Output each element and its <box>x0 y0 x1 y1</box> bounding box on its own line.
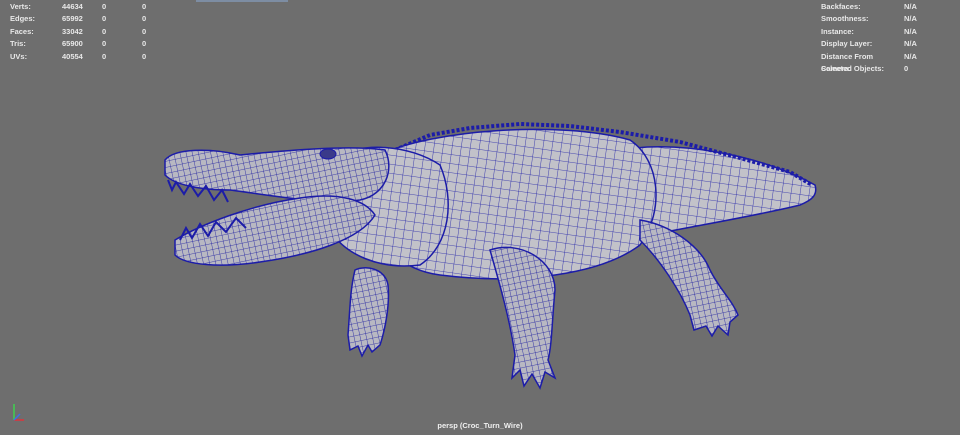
hud-label: Distance From Camera: <box>821 51 874 73</box>
hud-row-edges: Edges: 65992 0 0 <box>10 13 172 25</box>
hud-row-instance: Instance: N/A <box>821 26 944 38</box>
croc-back-leg <box>639 219 739 338</box>
hud-value: 33042 <box>62 26 83 36</box>
hud-label: Verts: <box>10 2 31 11</box>
hud-value: 40554 <box>62 51 83 61</box>
hud-row-uvs: UVs: 40554 0 0 <box>10 51 172 63</box>
hud-label: Backfaces: <box>821 2 861 11</box>
hud-value: N/A <box>904 2 917 11</box>
hud-row-backfaces: Backfaces: N/A <box>821 1 944 13</box>
croc-front-leg-left <box>347 267 390 358</box>
hud-value: 65992 <box>62 14 83 24</box>
hud-label: Smoothness: <box>821 14 869 24</box>
hud-value: N/A <box>904 39 917 49</box>
croc-upper-jaw <box>164 147 390 203</box>
hud-row-distance-from-camera: Distance From Camera: N/A <box>821 51 944 73</box>
hud-value: 0 <box>142 26 147 36</box>
hud-value: N/A <box>904 51 917 61</box>
hud-label: Selected Objects: <box>821 63 884 73</box>
camera-name-label: persp (Croc_Turn_Wire) <box>437 421 523 430</box>
hud-row-selected-objects: Selected Objects: 0 <box>821 63 944 75</box>
hud-value: 0 <box>102 51 107 61</box>
croc-front-leg-right <box>489 246 557 390</box>
hud-value: N/A <box>904 14 917 24</box>
hud-value: 0 <box>102 26 107 36</box>
hud-row-smoothness: Smoothness: N/A <box>821 13 944 25</box>
hud-value: 0 <box>142 14 147 24</box>
hud-label: Instance: <box>821 26 854 36</box>
hud-label: Display Layer: <box>821 39 873 49</box>
hud-row-tris: Tris: 65900 0 0 <box>10 38 172 50</box>
hud-value: 65900 <box>62 39 83 49</box>
hud-value: 0 <box>142 51 147 61</box>
hud-row-verts: Verts: 44634 0 0 <box>10 1 172 13</box>
3d-viewport[interactable]: Verts: 44634 0 0 Edges: 65992 0 0 Faces:… <box>0 0 960 435</box>
hud-value: 44634 <box>62 2 83 11</box>
hud-label: Edges: <box>10 14 36 24</box>
hud-label: UVs: <box>10 51 28 61</box>
crocodile-wireframe-mesh[interactable] <box>0 0 960 435</box>
hud-label: Tris: <box>10 39 26 49</box>
hud-value: 0 <box>904 63 909 73</box>
hud-value: 0 <box>102 2 107 11</box>
hud-value: 0 <box>142 2 147 11</box>
hud-label: Faces: <box>10 26 34 36</box>
object-details-hud: Backfaces: N/A Smoothness: N/A Instance:… <box>821 1 944 75</box>
hud-value: N/A <box>904 26 917 36</box>
hud-row-display-layer: Display Layer: N/A <box>821 38 944 50</box>
croc-eye <box>319 148 337 160</box>
hud-value: 0 <box>102 39 107 49</box>
hud-value: 0 <box>102 14 107 24</box>
poly-count-hud: Verts: 44634 0 0 Edges: 65992 0 0 Faces:… <box>10 1 172 63</box>
hud-value: 0 <box>142 39 147 49</box>
hud-row-faces: Faces: 33042 0 0 <box>10 26 172 38</box>
